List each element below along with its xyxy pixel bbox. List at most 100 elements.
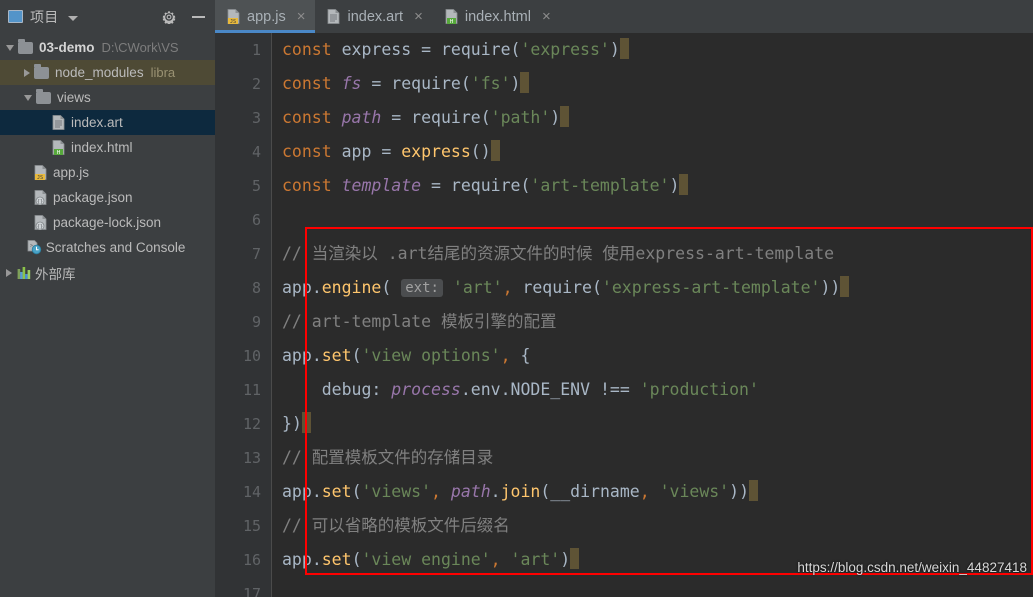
- code-line[interactable]: app.engine( ext: 'art', require('express…: [272, 271, 1033, 305]
- code-line[interactable]: // 可以省略的模板文件后缀名: [272, 509, 1033, 543]
- code-comment: // 当渲染以 .art结尾的资源文件的时候 使用express-art-tem…: [282, 244, 835, 263]
- svg-text:JS: JS: [230, 19, 236, 24]
- tree-item-package-json[interactable]: {} package.json: [0, 185, 215, 210]
- line-number: 6: [251, 211, 261, 229]
- line-number: 7: [251, 245, 261, 263]
- tab-label: index.art: [347, 8, 404, 25]
- tree-item-[interactable]: 外部库: [0, 260, 215, 285]
- svg-text:{}: {}: [37, 224, 43, 230]
- line-number: 1: [251, 41, 261, 59]
- caret-highlight-marker: [679, 174, 689, 195]
- code-line[interactable]: }): [272, 407, 1033, 441]
- code-comment: // 可以省略的模板文件后缀名: [282, 516, 510, 535]
- chevron-right-icon[interactable]: [24, 68, 30, 77]
- line-number: 13: [242, 449, 261, 467]
- tree-item-package-lock-json[interactable]: {} package-lock.json: [0, 210, 215, 235]
- code-line[interactable]: // 当渲染以 .art结尾的资源文件的时候 使用express-art-tem…: [272, 237, 1033, 271]
- chevron-down-icon[interactable]: [24, 94, 32, 101]
- folder-icon: [36, 88, 51, 104]
- caret-highlight-marker: [490, 140, 500, 161]
- html-file-icon: H: [52, 140, 65, 156]
- tab-index-art[interactable]: index.art ×: [315, 0, 432, 33]
- line-number: 4: [251, 143, 261, 161]
- code-line[interactable]: // art-template 模板引擎的配置: [272, 305, 1033, 339]
- code-line[interactable]: debug: process.env.NODE_ENV !== 'product…: [272, 373, 1033, 407]
- tree-item-label: index.html: [71, 140, 133, 155]
- caret-highlight-marker: [619, 38, 629, 59]
- tree-item-index-html[interactable]: Hindex.html: [0, 135, 215, 160]
- js-file-icon: JS: [227, 9, 240, 24]
- code-line[interactable]: app.set('views', path.join(__dirname, 'v…: [272, 475, 1033, 509]
- tree-item-03-demo[interactable]: 03-demo D:\CWork\VS: [0, 35, 215, 60]
- minimize-icon[interactable]: [192, 15, 205, 18]
- code-line[interactable]: // 配置模板文件的存储目录: [272, 441, 1033, 475]
- svg-text:H: H: [57, 150, 60, 155]
- code-line[interactable]: const app = express(): [272, 135, 1033, 169]
- line-number: 2: [251, 75, 261, 93]
- line-number-gutter: 1 2 3 4 5 6 7 8 9 10 11 12 13 14 15 16 17: [215, 33, 272, 597]
- tab-app-js[interactable]: JS app.js ×: [215, 0, 316, 33]
- line-number: 15: [242, 517, 261, 535]
- line-number: 16: [242, 551, 261, 569]
- caret-highlight-marker: [749, 480, 758, 501]
- line-number: 10: [242, 347, 261, 365]
- project-panel-header: 项目: [0, 0, 215, 33]
- code-content[interactable]: const express = require('express') const …: [272, 33, 1033, 597]
- folder-icon: [34, 63, 49, 79]
- svg-text:JS: JS: [37, 175, 43, 180]
- tree-item-index-art[interactable]: index.art: [0, 110, 215, 135]
- tree-item-subtext: libra: [150, 65, 176, 80]
- tree-item-app-js[interactable]: JS app.js: [0, 160, 215, 185]
- editor-tabbar: JS app.js × index.art × Hindex.html ×: [215, 0, 1033, 33]
- js-file-icon: JS: [34, 165, 47, 181]
- tree-item-scratches-and-console[interactable]: >_ Scratches and Console: [0, 235, 215, 260]
- close-icon[interactable]: ×: [297, 9, 306, 24]
- scratches-icon: >_: [27, 240, 41, 255]
- tab-index-html[interactable]: Hindex.html ×: [433, 0, 561, 33]
- chevron-right-icon[interactable]: [6, 268, 12, 277]
- tree-item-label: package-lock.json: [53, 215, 162, 230]
- chevron-down-icon[interactable]: [6, 44, 14, 51]
- gear-icon[interactable]: [162, 10, 176, 24]
- tree-item-label: app.js: [53, 165, 90, 180]
- code-line[interactable]: const path = require('path'): [272, 101, 1033, 135]
- code-line[interactable]: const fs = require('fs'): [272, 67, 1033, 101]
- tree-item-node-modules[interactable]: node_modules libra: [0, 60, 215, 85]
- caret-highlight-marker: [570, 548, 580, 569]
- caret-highlight-marker: [520, 72, 530, 93]
- line-number: 8: [251, 279, 261, 297]
- tree-item-label: views: [57, 90, 91, 105]
- caret-highlight-marker: [560, 106, 570, 127]
- project-tree: 03-demo D:\CWork\VS node_modules libra views…: [0, 33, 215, 285]
- code-comment: // 配置模板文件的存储目录: [282, 448, 494, 467]
- code-view: 1 2 3 4 5 6 7 8 9 10 11 12 13 14 15 16 17 const express …: [215, 33, 1033, 597]
- tree-item-label: index.art: [71, 115, 123, 130]
- tree-item-label: Scratches and Console: [45, 240, 186, 255]
- folder-icon: [18, 38, 33, 54]
- line-number: 14: [242, 483, 261, 501]
- code-line[interactable]: const template = require('art-template'): [272, 169, 1033, 203]
- line-number: 17: [242, 585, 261, 597]
- html-file-icon: H: [445, 9, 458, 24]
- editor-area: JS app.js × index.art × Hindex.html × 12345678…: [215, 0, 1033, 597]
- code-line[interactable]: const express = require('express'): [272, 33, 1033, 67]
- svg-text:{}: {}: [37, 199, 43, 205]
- external-libraries-icon: [16, 265, 31, 280]
- tree-item-label: package.json: [53, 190, 133, 205]
- tree-item-views[interactable]: views: [0, 85, 215, 110]
- tab-label: app.js: [247, 8, 286, 25]
- caret-highlight-marker: [301, 412, 311, 433]
- chevron-down-icon[interactable]: [67, 15, 78, 21]
- code-line[interactable]: [272, 577, 1033, 597]
- project-icon: [8, 10, 23, 23]
- code-line[interactable]: app.set('view options', {: [272, 339, 1033, 373]
- close-icon[interactable]: ×: [542, 9, 551, 24]
- close-icon[interactable]: ×: [414, 9, 423, 24]
- tree-item-subtext: D:\CWork\VS: [101, 40, 179, 55]
- parameter-hint: ext:: [401, 279, 443, 297]
- json-file-icon: {}: [34, 215, 47, 231]
- json-file-icon: {}: [34, 190, 47, 206]
- line-number: 11: [242, 381, 261, 399]
- code-line[interactable]: [272, 203, 1033, 237]
- tree-item-label: 外部库: [35, 266, 76, 282]
